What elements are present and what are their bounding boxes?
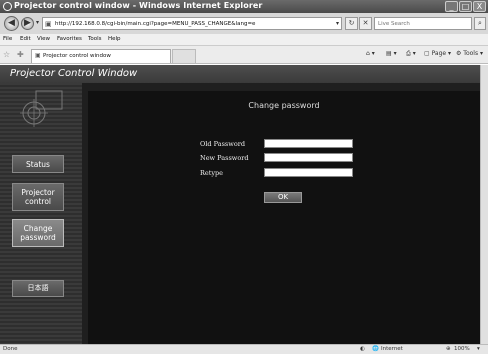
menu-file[interactable]: File — [3, 36, 12, 42]
zoom-dropdown-icon[interactable]: ▾ — [477, 346, 480, 352]
protected-mode-icon: ◐ — [360, 346, 365, 352]
ok-button[interactable]: OK — [264, 192, 302, 203]
tab-bar: ☆ ✚ ▣ Projector control window ⌂ ▾ ▤ ▾ ⎙… — [0, 46, 488, 64]
japanese-language-button[interactable]: 日本語 — [12, 280, 64, 297]
panel-title: Change password — [248, 101, 320, 110]
menu-help[interactable]: Help — [108, 36, 121, 42]
status-bar: Done ◐ 🌐 Internet ⊕ 100% ▾ — [0, 344, 488, 354]
add-favorites-icon[interactable]: ✚ — [17, 50, 24, 59]
feeds-icon[interactable]: ▤ ▾ — [386, 50, 397, 57]
page-title: Projector Control Window — [10, 68, 138, 79]
window-title-bar: Projector control window - Windows Inter… — [0, 0, 488, 13]
search-input[interactable] — [375, 18, 465, 29]
window-title: Projector control window - Windows Inter… — [14, 1, 263, 10]
menu-view[interactable]: View — [37, 36, 50, 42]
minimize-button[interactable]: _ — [445, 1, 458, 12]
projector-control-button[interactable]: Projector control — [12, 183, 64, 211]
stop-button[interactable]: ✕ — [359, 17, 372, 30]
change-password-panel: Change password Old Password New Passwor… — [88, 91, 480, 344]
tools-menu-label: Tools — [463, 50, 479, 57]
old-password-input[interactable] — [264, 139, 353, 148]
url-text[interactable]: http://192.168.0.8/cgi-bin/main.cgi?page… — [55, 21, 255, 27]
menu-bar: File Edit View Favorites Tools Help — [0, 34, 488, 46]
zoom-icon[interactable]: ⊕ — [446, 346, 451, 352]
sidebar: Status Projector control Change password… — [0, 83, 82, 344]
refresh-button[interactable]: ↻ — [345, 17, 358, 30]
page-menu-label: Page — [431, 50, 447, 57]
home-icon[interactable]: ⌂ ▾ — [366, 50, 375, 57]
status-text: Done — [3, 346, 18, 352]
search-icon[interactable]: ⌕ — [474, 17, 486, 30]
new-password-input[interactable] — [264, 153, 353, 162]
favorites-star-icon[interactable]: ☆ — [3, 50, 10, 59]
tab-projector-control[interactable]: ▣ Projector control window — [31, 49, 171, 63]
page-header: Projector Control Window — [0, 65, 480, 83]
projector-logo-icon — [20, 90, 63, 127]
maximize-button[interactable]: □ — [459, 1, 472, 12]
status-button[interactable]: Status — [12, 155, 64, 173]
print-icon[interactable]: ⎙ ▾ — [406, 50, 416, 58]
address-bar: ◀ ▶ ▾ ▣ http://192.168.0.8/cgi-bin/main.… — [0, 13, 488, 34]
page-menu[interactable]: ▢ Page ▾ — [424, 50, 451, 57]
close-button[interactable]: X — [473, 1, 486, 12]
new-password-label: New Password — [200, 154, 249, 162]
tab-page-icon: ▣ — [35, 52, 41, 59]
retype-label: Retype — [200, 169, 224, 177]
internet-zone-label: Internet — [381, 346, 403, 352]
old-password-label: Old Password — [200, 140, 246, 148]
internet-zone-icon: 🌐 — [372, 346, 379, 352]
tab-label: Projector control window — [43, 53, 111, 59]
page-icon: ▣ — [45, 20, 52, 28]
menu-favorites[interactable]: Favorites — [57, 36, 82, 42]
search-field[interactable] — [374, 17, 472, 30]
menu-tools[interactable]: Tools — [88, 36, 102, 42]
new-tab-button[interactable] — [172, 49, 196, 63]
change-password-button[interactable]: Change password — [12, 219, 64, 247]
vertical-scrollbar[interactable] — [480, 65, 488, 344]
retype-password-input[interactable] — [264, 168, 353, 177]
history-dropdown-icon[interactable]: ▾ — [36, 19, 39, 26]
forward-button[interactable]: ▶ — [21, 17, 34, 30]
menu-edit[interactable]: Edit — [20, 36, 31, 42]
ie-logo-icon — [3, 2, 12, 11]
back-button[interactable]: ◀ — [4, 16, 19, 31]
url-dropdown-icon[interactable]: ▾ — [336, 20, 339, 27]
zoom-level[interactable]: 100% — [454, 346, 470, 352]
url-field[interactable]: ▣ http://192.168.0.8/cgi-bin/main.cgi?pa… — [42, 17, 342, 30]
tools-menu[interactable]: ⚙ Tools ▾ — [456, 50, 483, 57]
web-page: Projector Control Window Status Projecto… — [0, 65, 480, 344]
